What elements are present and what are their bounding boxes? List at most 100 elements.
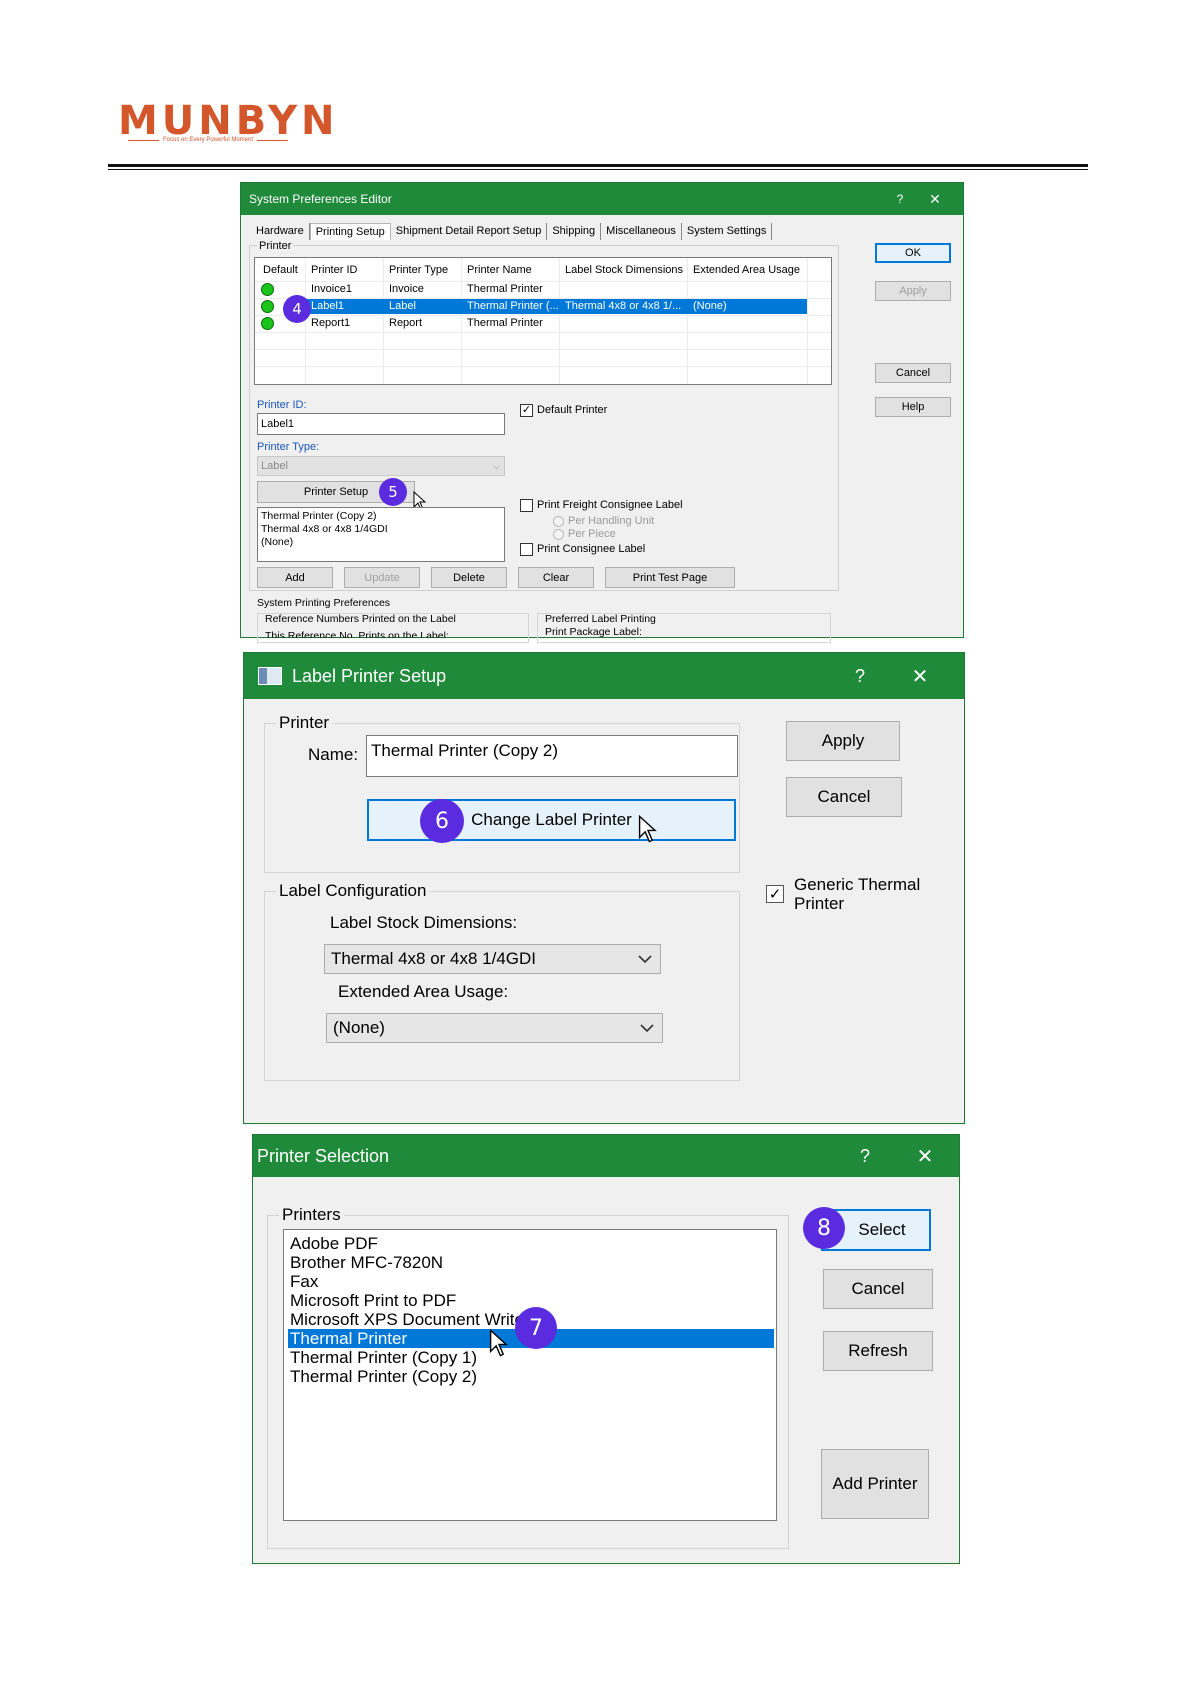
tab-shipment-detail[interactable]: Shipment Detail Report Setup [391,223,548,240]
tab-printing-setup[interactable]: Printing Setup [309,223,391,240]
title-bar: System Preferences Editor ? ✕ [241,183,963,215]
printer-name-input[interactable]: Thermal Printer (Copy 2) [366,735,738,777]
col-default[interactable]: Default [263,264,298,276]
step-marker-5: 5 [379,478,407,506]
mouse-cursor-icon [489,1329,508,1357]
label-stock-value: Thermal 4x8 or 4x8 1/4GDI [331,949,537,968]
apply-button[interactable]: Apply [786,721,900,761]
default-indicator-icon [261,283,274,296]
header-divider-thin [108,169,1088,170]
help-button[interactable]: Help [875,397,951,417]
printer-listbox[interactable]: Adobe PDF Brother MFC-7820N Fax Microsof… [283,1229,777,1521]
printer-item-adobe-pdf[interactable]: Adobe PDF [288,1234,774,1253]
window-title: Printer Selection [257,1145,390,1166]
printer-group-label: Printer [276,713,333,733]
printer-item-thermal-copy1[interactable]: Thermal Printer (Copy 1) [288,1348,774,1367]
printer-item-fax[interactable]: Fax [288,1272,774,1291]
printer-group-label: Printer [257,240,294,252]
change-label-printer-label: Change Label Printer [471,810,632,829]
extended-area-select[interactable]: (None) [326,1013,663,1043]
help-icon[interactable]: ? [835,1146,895,1167]
step-marker-6: 6 [420,799,464,843]
header-divider [108,164,1088,167]
delete-button[interactable]: Delete [431,567,507,588]
tagline-text: Focus on Every Powerful Moment [162,137,254,143]
tab-shipping[interactable]: Shipping [547,223,602,240]
col-printer-id[interactable]: Printer ID [311,264,357,276]
ref-cut-text: This Reference No. Prints on the Label: [265,630,449,638]
tab-miscellaneous[interactable]: Miscellaneous [601,223,682,240]
row-report-type[interactable]: Report [389,317,422,329]
col-label-stock[interactable]: Label Stock Dimensions [565,264,683,276]
row-label-type[interactable]: Label [389,300,416,312]
per-piece-radio[interactable] [553,529,564,540]
label-printer-setup-window: Label Printer Setup ? ✕ Printer Name: Th… [243,652,965,1124]
add-button[interactable]: Add [257,567,333,588]
printer-item-thermal-copy2[interactable]: Thermal Printer (Copy 2) [288,1367,774,1386]
info-extended: (None) [261,536,294,548]
help-icon[interactable]: ? [885,192,915,206]
preferred-label-printing: Preferred Label Printing [545,613,656,625]
update-button[interactable]: Update [344,567,420,588]
clear-button[interactable]: Clear [518,567,594,588]
close-icon[interactable]: ✕ [895,1144,955,1169]
cancel-button[interactable]: Cancel [875,363,951,383]
generic-thermal-checkbox[interactable]: ✓ [766,885,784,903]
step-marker-4: 4 [283,295,311,323]
cancel-button[interactable]: Cancel [786,777,902,817]
system-preferences-window: System Preferences Editor ? ✕ Hardware P… [240,182,964,643]
printer-type-select: Label ⌵ [257,456,505,476]
row-invoice-type[interactable]: Invoice [389,283,424,295]
window-title: Label Printer Setup [292,665,447,686]
tab-hardware[interactable]: Hardware [251,223,310,240]
close-icon[interactable]: ✕ [890,664,950,689]
logo-tagline: Focus on Every Powerful Moment [128,137,289,143]
ref-cut-text-wrap: This Reference No. Prints on the Label: [265,630,449,638]
row-report-name[interactable]: Thermal Printer [467,317,543,329]
per-handling-radio[interactable] [553,516,564,527]
printer-grid[interactable]: Default Printer ID Printer Type Printer … [254,257,832,385]
info-label-stock: Thermal 4x8 or 4x8 1/4GDI [261,523,388,535]
row-invoice-name[interactable]: Thermal Printer [467,283,543,295]
generic-thermal-label: Generic Thermal Printer [794,875,920,913]
window-title: System Preferences Editor [249,192,392,206]
row-report-id[interactable]: Report1 [311,317,350,329]
cancel-button[interactable]: Cancel [823,1269,933,1309]
title-bar: Printer Selection ? ✕ [253,1135,959,1177]
label-stock-select[interactable]: Thermal 4x8 or 4x8 1/4GDI [324,944,661,974]
printer-item-brother[interactable]: Brother MFC-7820N [288,1253,774,1272]
print-freight-label: Print Freight Consignee Label [537,499,683,511]
print-consignee-label: Print Consignee Label [537,543,646,555]
printer-id-input[interactable]: Label1 [257,413,505,435]
extended-area-label: Extended Area Usage: [338,982,509,1001]
row-label-id[interactable]: Label1 [311,300,344,312]
col-printer-name[interactable]: Printer Name [467,264,532,276]
add-printer-button[interactable]: Add Printer [821,1449,929,1519]
extended-area-value: (None) [333,1018,385,1037]
row-label-name[interactable]: Thermal Printer (... [467,300,559,312]
default-printer-checkbox[interactable]: ✓ [520,404,533,417]
apply-button[interactable]: Apply [875,281,951,301]
row-invoice-id[interactable]: Invoice1 [311,283,352,295]
title-bar: Label Printer Setup ? ✕ [244,653,964,699]
label-config-label: Label Configuration [276,881,430,901]
print-test-page-button[interactable]: Print Test Page [605,567,735,588]
system-prefs-label: System Printing Preferences [257,597,391,609]
ok-button[interactable]: OK [875,243,951,263]
per-piece-label: Per Piece [568,528,616,540]
tab-bar: Hardware Printing Setup Shipment Detail … [251,223,773,240]
col-printer-type[interactable]: Printer Type [389,264,448,276]
help-icon[interactable]: ? [830,666,890,687]
print-freight-checkbox[interactable] [520,499,533,512]
row-label-extended[interactable]: (None) [693,300,727,312]
row-label-stock[interactable]: Thermal 4x8 or 4x8 1/... [565,300,685,312]
close-icon[interactable]: ✕ [915,191,955,208]
tab-system-settings[interactable]: System Settings [682,223,773,240]
mouse-cursor-icon [638,815,657,843]
col-extended-area[interactable]: Extended Area Usage [693,264,800,276]
per-handling-label: Per Handling Unit [568,515,655,527]
refresh-button[interactable]: Refresh [823,1331,933,1371]
name-label: Name: [308,745,359,764]
print-consignee-checkbox[interactable] [520,543,533,556]
generic-thermal-line2: Printer [794,894,845,913]
